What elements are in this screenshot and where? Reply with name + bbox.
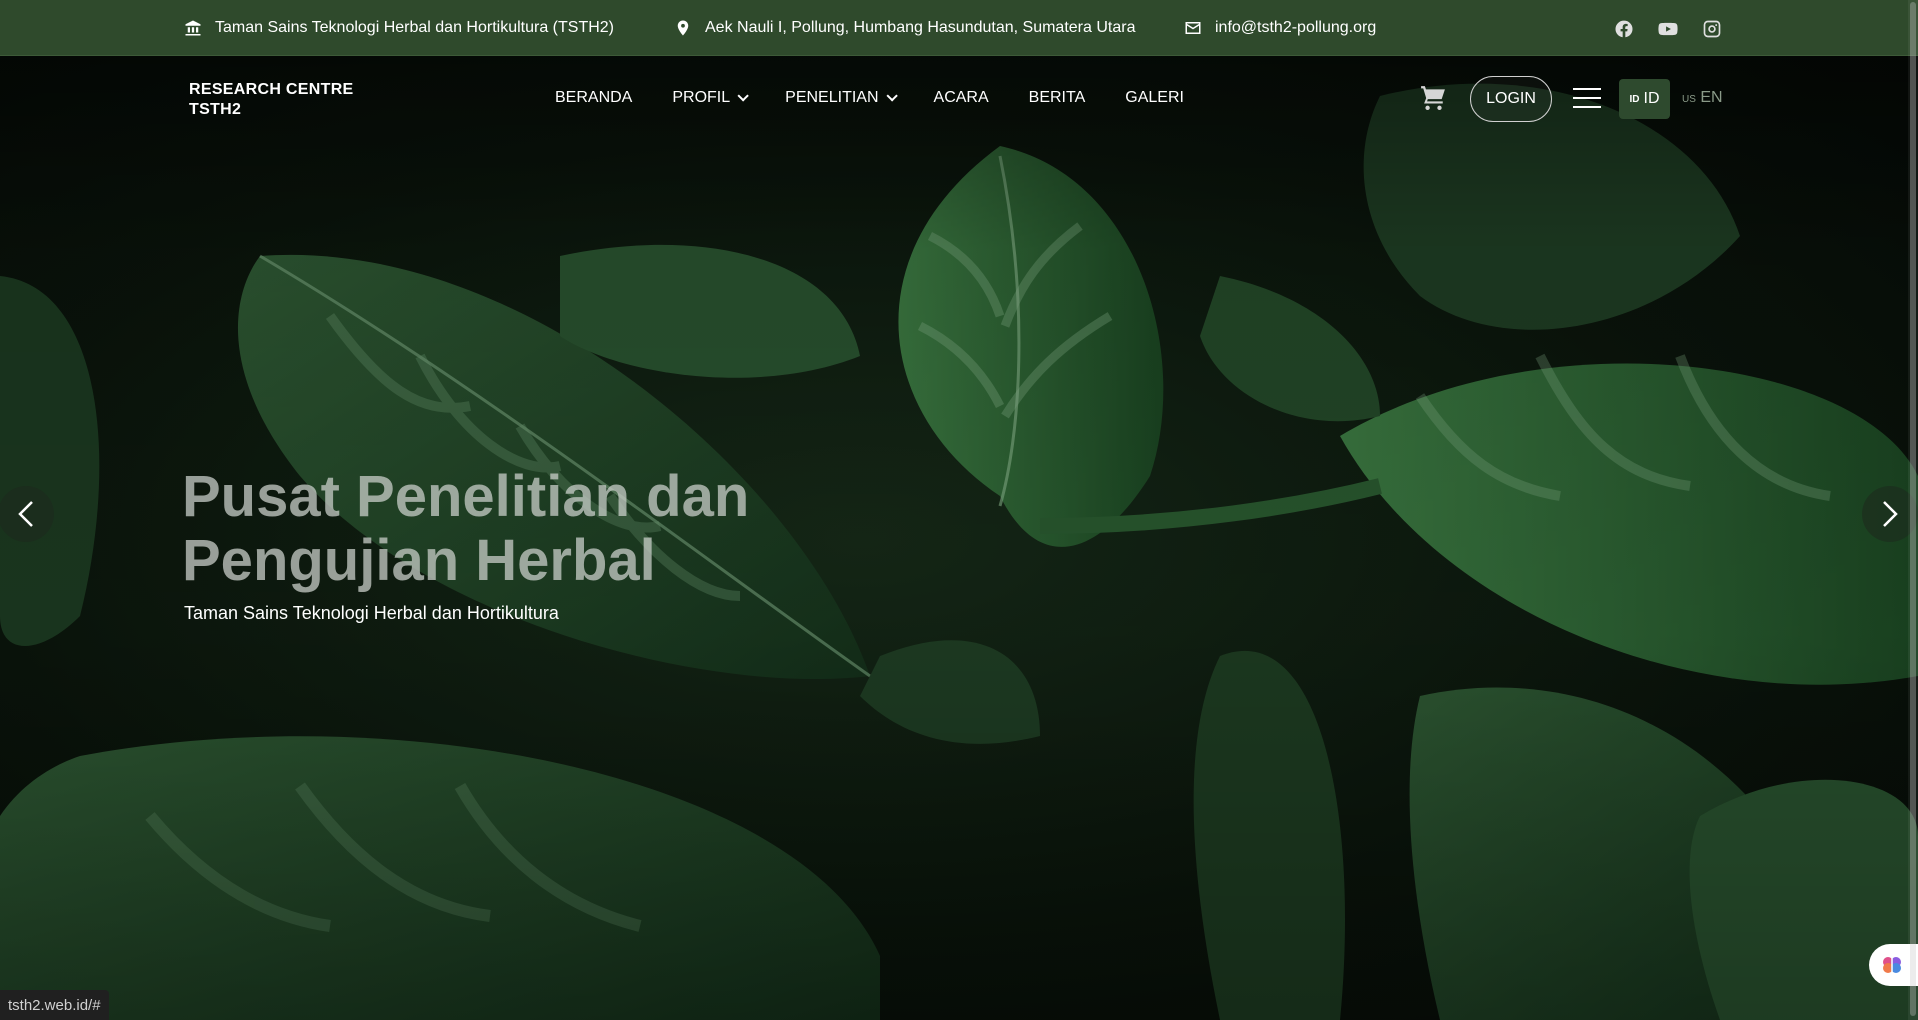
chevron-down-icon: [737, 90, 749, 102]
nav-label: GALERI: [1125, 89, 1184, 106]
nav-item-penelitian[interactable]: PENELITIAN: [785, 89, 898, 107]
site-logo[interactable]: RESEARCH CENTRE TSTH2: [189, 80, 354, 120]
nav-label: PENELITIAN: [785, 89, 879, 106]
main-navigation: BERANDA PROFIL PENELITIAN ACARA BERITA G…: [555, 89, 1184, 107]
facebook-icon[interactable]: [1614, 19, 1634, 39]
brand-line-2: TSTH2: [189, 101, 242, 118]
page-scrollbar[interactable]: [1908, 0, 1918, 1020]
lang-id-label: ID: [1643, 90, 1660, 107]
email-info[interactable]: info@tsth2-pollung.org: [1184, 19, 1376, 37]
menu-icon[interactable]: [1573, 88, 1601, 108]
map-pin-icon: [677, 20, 689, 36]
institution-name: Taman Sains Teknologi Herbal dan Hortiku…: [215, 19, 614, 36]
email-link[interactable]: info@tsth2-pollung.org: [1215, 19, 1376, 37]
brand-line-1: RESEARCH CENTRE: [189, 81, 354, 98]
flag-us-icon: US: [1682, 94, 1696, 105]
nav-item-berita[interactable]: BERITA: [1029, 89, 1086, 107]
status-url-bar: tsth2.web.id/#: [0, 990, 109, 1020]
carousel-prev-button[interactable]: [0, 486, 54, 542]
hero-subtitle: Taman Sains Teknologi Herbal dan Hortiku…: [184, 603, 559, 623]
institution-info: Taman Sains Teknologi Herbal dan Hortiku…: [184, 19, 614, 37]
cart-button[interactable]: [1419, 84, 1447, 115]
cart-icon: [1421, 86, 1445, 110]
chevron-right-icon: [1883, 501, 1898, 527]
instagram-icon[interactable]: [1702, 19, 1722, 39]
scrollbar-thumb[interactable]: [1910, 2, 1916, 1016]
social-links: [1614, 19, 1722, 39]
hero-title-line-2: Pengujian Herbal: [182, 528, 656, 593]
flag-id-icon: ID: [1629, 93, 1640, 105]
nav-label: PROFIL: [672, 89, 731, 106]
brain-icon: [1883, 957, 1901, 973]
chevron-down-icon: [885, 90, 898, 102]
address-info: Aek Nauli I, Pollung, Humbang Hasundutan…: [674, 19, 1135, 37]
nav-item-beranda[interactable]: BERANDA: [555, 89, 632, 107]
nav-label: BERITA: [1028, 89, 1086, 106]
nav-item-profil[interactable]: PROFIL: [672, 89, 749, 107]
language-id-button[interactable]: ID ID: [1619, 79, 1670, 119]
youtube-icon[interactable]: [1658, 19, 1678, 39]
nav-item-galeri[interactable]: GALERI: [1125, 89, 1184, 107]
nav-item-acara[interactable]: ACARA: [934, 89, 989, 107]
hero-title: Pusat Penelitian dan Pengujian Herbal: [182, 465, 822, 593]
address-text: Aek Nauli I, Pollung, Humbang Hasundutan…: [705, 19, 1136, 36]
nav-label: BERANDA: [555, 89, 633, 106]
lang-en-label: EN: [1700, 89, 1723, 106]
hero-title-line-1: Pusat Penelitian dan: [182, 464, 750, 529]
login-button[interactable]: LOGIN: [1470, 76, 1552, 122]
mail-icon: [1185, 22, 1201, 34]
bank-icon: [185, 20, 201, 36]
nav-label: ACARA: [933, 89, 989, 106]
chevron-left-icon: [18, 501, 33, 527]
language-en-button[interactable]: US EN: [1682, 89, 1723, 107]
top-info-bar: Taman Sains Teknologi Herbal dan Hortiku…: [0, 0, 1918, 56]
